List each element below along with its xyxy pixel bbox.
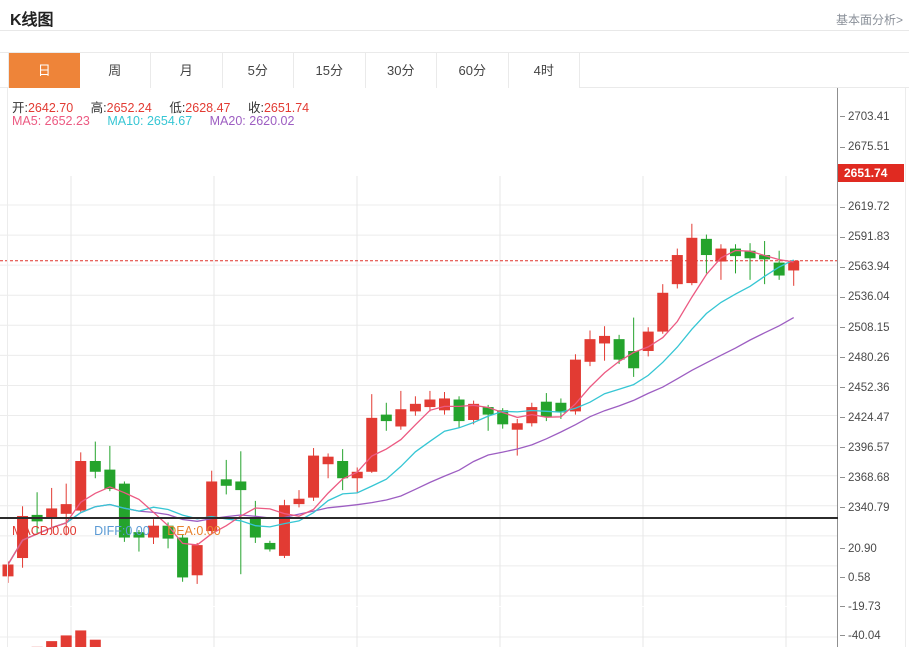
macd-chart[interactable] bbox=[0, 607, 838, 647]
tab-4hour[interactable]: 4时 bbox=[509, 53, 581, 88]
ma10-label: MA10: bbox=[107, 114, 143, 128]
price-tick-label: 2368.68 bbox=[840, 471, 906, 485]
header-divider bbox=[0, 30, 909, 31]
ma20-value: 2620.02 bbox=[249, 114, 294, 128]
macd-tick-label: -19.73 bbox=[840, 600, 906, 614]
chart-left-border bbox=[7, 88, 8, 647]
macd-value: 0.00 bbox=[52, 524, 76, 538]
macd-tick-label: 0.58 bbox=[840, 571, 906, 585]
macd-tick-label: 20.90 bbox=[840, 542, 906, 556]
high-label: 高: bbox=[91, 101, 107, 115]
price-tick-label: 2424.47 bbox=[840, 411, 906, 425]
ma20-label: MA20: bbox=[210, 114, 246, 128]
kline-page: K线图 基本面分析> 日周月5分15分30分60分4时 开:2642.70 高:… bbox=[0, 0, 909, 647]
ma-info-row: MA5: 2652.23 MA10: 2654.67 MA20: 2620.02 bbox=[12, 114, 308, 128]
panel-divider bbox=[0, 517, 838, 519]
tab-15min[interactable]: 15分 bbox=[294, 53, 366, 88]
tab-week[interactable]: 周 bbox=[80, 53, 152, 88]
high-value: 2652.24 bbox=[107, 101, 152, 115]
macd-histogram bbox=[3, 630, 800, 647]
open-label: 开: bbox=[12, 101, 28, 115]
tab-5min[interactable]: 5分 bbox=[223, 53, 295, 88]
page-title: K线图 bbox=[10, 6, 54, 30]
low-label: 低: bbox=[169, 101, 185, 115]
ma5-value: 2652.23 bbox=[45, 114, 90, 128]
tab-30min[interactable]: 30分 bbox=[366, 53, 438, 88]
diff-value: 0.00 bbox=[125, 524, 149, 538]
price-tick-label: 2396.57 bbox=[840, 441, 906, 455]
price-tick-label: 2619.72 bbox=[840, 200, 906, 214]
price-tick-label: 2340.79 bbox=[840, 501, 906, 515]
tab-60min[interactable]: 60分 bbox=[437, 53, 509, 88]
price-tick-label: 2452.36 bbox=[840, 381, 906, 395]
tab-day[interactable]: 日 bbox=[8, 53, 80, 88]
last-price-badge: 2651.74 bbox=[838, 164, 904, 182]
low-value: 2628.47 bbox=[185, 101, 230, 115]
price-tick-label: 2563.94 bbox=[840, 260, 906, 274]
price-tick-label: 2536.04 bbox=[840, 290, 906, 304]
macd-info-row: MACD:0.00 DIFF:0.00 DEA:0.00 bbox=[12, 524, 235, 538]
dea-label: DEA: bbox=[167, 524, 196, 538]
dea-value: 0.00 bbox=[196, 524, 220, 538]
ma10-value: 2654.67 bbox=[147, 114, 192, 128]
open-value: 2642.70 bbox=[28, 101, 73, 115]
candlestick-chart[interactable] bbox=[0, 176, 838, 606]
ma5-label: MA5: bbox=[12, 114, 41, 128]
price-tick-label: 2703.41 bbox=[840, 110, 906, 124]
price-tick-label: 2480.26 bbox=[840, 351, 906, 365]
tab-month[interactable]: 月 bbox=[151, 53, 223, 88]
macd-label: MACD: bbox=[12, 524, 52, 538]
price-tick-label: 2508.15 bbox=[840, 321, 906, 335]
price-tick-label: 2591.83 bbox=[840, 230, 906, 244]
close-label: 收: bbox=[248, 101, 264, 115]
price-tick-label: 2675.51 bbox=[840, 140, 906, 154]
chart-region bbox=[0, 88, 909, 647]
close-value: 2651.74 bbox=[264, 101, 309, 115]
macd-tick-label: -40.04 bbox=[840, 629, 906, 643]
fundamental-analysis-link[interactable]: 基本面分析> bbox=[836, 11, 903, 28]
diff-label: DIFF: bbox=[94, 524, 125, 538]
interval-tabbar: 日周月5分15分30分60分4时 bbox=[0, 52, 909, 88]
